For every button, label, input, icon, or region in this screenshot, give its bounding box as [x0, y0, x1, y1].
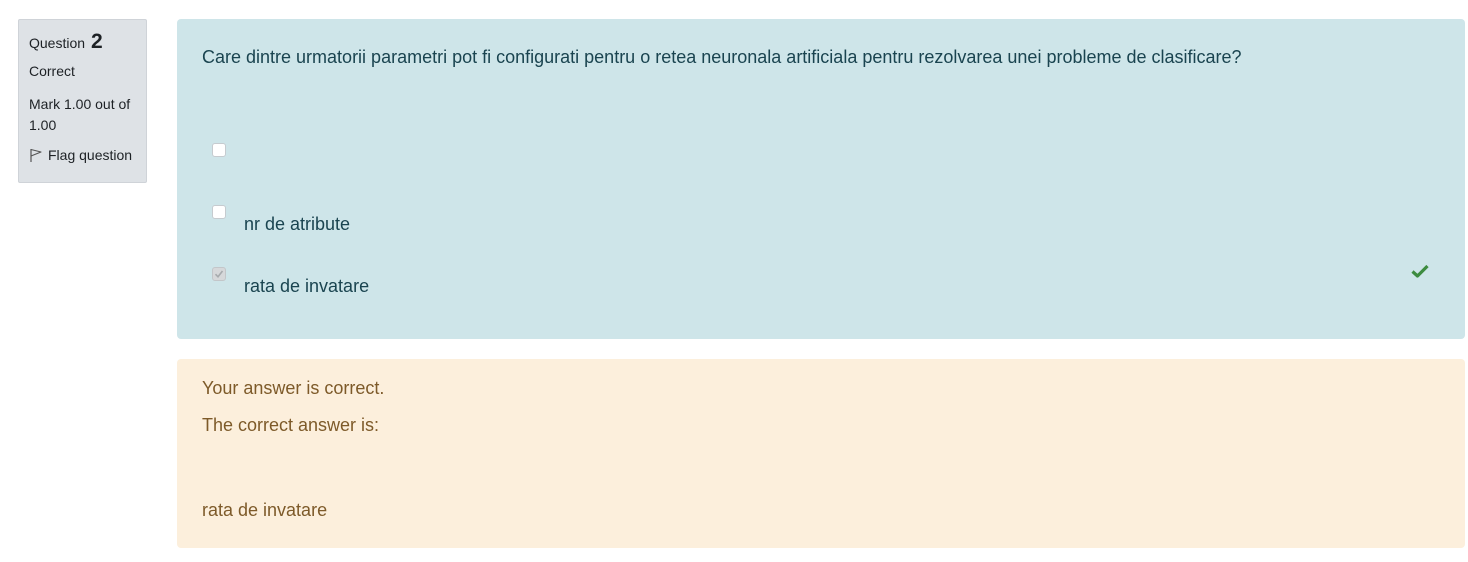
- question-info-panel: Question 2 Correct Mark 1.00 out of 1.00…: [18, 19, 147, 183]
- answer-checkbox-3[interactable]: [212, 267, 226, 281]
- answer-option-1[interactable]: [212, 143, 244, 157]
- grade-line-1: Mark 1.00 out of: [29, 96, 131, 112]
- question-number-line: Question 2: [29, 31, 136, 54]
- feedback-panel: Your answer is correct. The correct answ…: [177, 359, 1465, 548]
- question-formulation: Care dintre urmatorii parametri pot fi c…: [177, 19, 1465, 339]
- correct-answer-label: The correct answer is:: [202, 415, 380, 435]
- flag-question-link[interactable]: Flag question: [29, 145, 136, 166]
- check-icon: [1411, 264, 1429, 278]
- question-text: Care dintre urmatorii parametri pot fi c…: [202, 47, 1242, 67]
- flag-icon: [30, 148, 42, 162]
- answer-label-3: rata de invatare: [244, 276, 370, 296]
- answer-option-2[interactable]: nr de atribute: [212, 205, 350, 235]
- checkmark-icon: [214, 270, 224, 279]
- answer-checkbox-1[interactable]: [212, 143, 226, 157]
- question-state: Correct: [29, 63, 75, 79]
- question-number: 2: [90, 30, 103, 53]
- answer-label-2: nr de atribute: [244, 214, 351, 234]
- correct-answer-value: rata de invatare: [202, 500, 328, 520]
- feedback-result: Your answer is correct.: [202, 378, 385, 398]
- answer-checkbox-2[interactable]: [212, 205, 226, 219]
- question-grade: Mark 1.00 out of 1.00: [29, 94, 136, 136]
- question-word: Question: [29, 35, 86, 51]
- flag-question-label: Flag question: [48, 147, 133, 163]
- grade-line-2: 1.00: [29, 117, 57, 133]
- answer-option-3[interactable]: rata de invatare: [212, 267, 369, 297]
